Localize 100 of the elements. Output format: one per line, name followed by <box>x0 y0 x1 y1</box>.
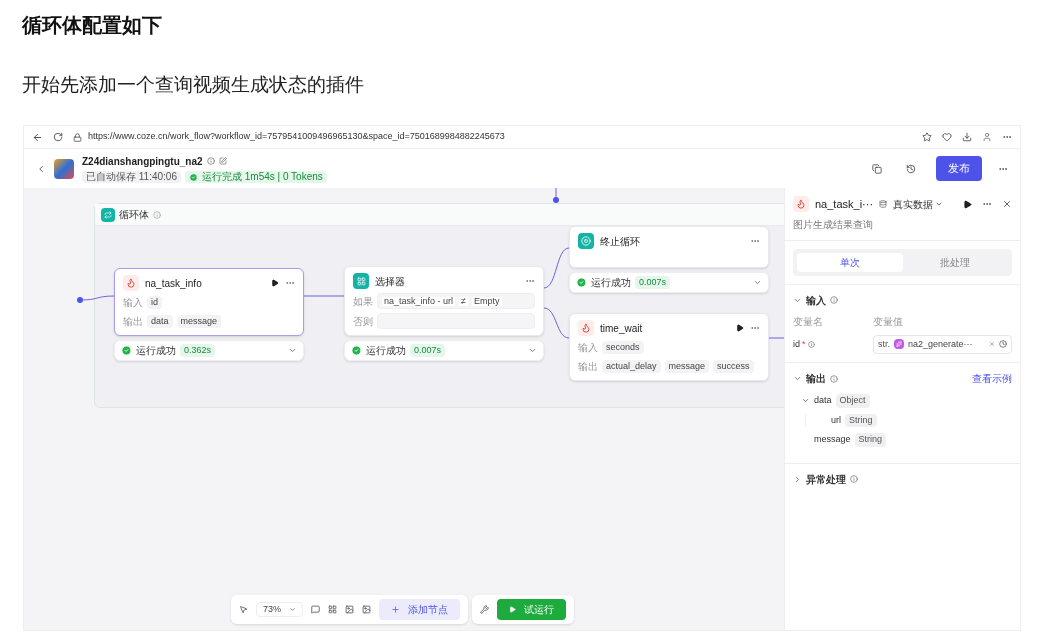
success-icon <box>351 345 362 356</box>
lock-icon <box>73 132 82 142</box>
reload-icon[interactable] <box>53 132 63 142</box>
expand-icon[interactable] <box>528 346 537 355</box>
info-icon[interactable] <box>830 374 838 383</box>
play-icon[interactable] <box>963 199 972 209</box>
success-icon <box>576 277 587 288</box>
article-heading: 循环体配置如下 <box>22 13 162 38</box>
workflow-node[interactable]: 选择器 如果 na_task_info - url ≠ Empty 否则 <box>344 266 544 336</box>
download-icon[interactable] <box>962 132 972 142</box>
collapse-icon[interactable] <box>793 374 802 383</box>
zoom-select[interactable]: 73% <box>256 601 303 618</box>
type-tag: String <box>854 433 887 447</box>
condition-text: ≠ <box>459 296 468 306</box>
section-title: 输入 <box>806 293 826 308</box>
stop-icon <box>578 233 594 249</box>
condition-field[interactable]: na_task_info - url ≠ Empty <box>377 293 535 309</box>
workflow-title: Z24dianshangpingtu_na2 <box>82 154 203 169</box>
field-name: url <box>831 413 841 427</box>
wrench-icon[interactable] <box>480 605 489 614</box>
copy-icon[interactable] <box>872 163 882 174</box>
run-status-bar[interactable]: 运行成功 0.007s <box>569 272 769 293</box>
row-label: 如果 <box>353 294 373 309</box>
row-label: 输出 <box>123 315 143 329</box>
node-title: na_task_info <box>145 276 202 291</box>
add-node-button[interactable]: 添加节点 <box>379 599 460 620</box>
condition-text: na_task_info - url <box>382 296 456 306</box>
image-icon[interactable] <box>345 605 354 614</box>
status-text: 运行成功 <box>591 276 631 290</box>
field-name: message <box>814 433 851 446</box>
run-status-bar[interactable]: 运行成功 0.362s <box>114 340 304 361</box>
node-title: 终止循环 <box>600 234 640 249</box>
param-tag: actual_delay <box>602 359 661 374</box>
param-name: id <box>793 337 800 351</box>
comment-icon[interactable] <box>311 605 320 614</box>
play-icon[interactable] <box>271 279 279 287</box>
connector-line <box>544 246 569 290</box>
info-icon[interactable] <box>206 157 215 166</box>
history-icon[interactable] <box>906 163 916 174</box>
run-status-bar[interactable]: 运行成功 0.007s <box>344 340 544 361</box>
pointer-icon[interactable] <box>239 605 248 614</box>
play-icon[interactable] <box>736 324 744 332</box>
type-tag: Object <box>835 394 870 408</box>
time-badge: 0.007s <box>635 275 671 290</box>
info-icon[interactable] <box>850 475 858 483</box>
plugin-icon <box>894 339 904 350</box>
caret-icon <box>289 606 296 613</box>
node-title: time_wait <box>600 321 643 336</box>
article-paragraph: 开始先添加一个查询视频生成状态的插件 <box>22 73 364 97</box>
data-mode-select[interactable]: 真实数据 <box>893 196 944 212</box>
back-icon[interactable] <box>36 163 46 174</box>
panel-tab[interactable]: 单次 <box>797 252 903 272</box>
workflow-node[interactable]: time_wait 输入 seconds 输出 actual_delay message success <box>569 313 769 381</box>
loop-icon <box>101 207 115 222</box>
connector-line <box>553 188 559 203</box>
status-text: 运行成功 <box>136 344 176 358</box>
profile-icon[interactable] <box>982 132 992 142</box>
expand-icon[interactable] <box>793 474 802 484</box>
section-title: 异常处理 <box>806 472 846 487</box>
section-title: 输出 <box>806 372 826 386</box>
expand-icon[interactable] <box>753 278 762 287</box>
info-icon[interactable] <box>830 296 838 304</box>
panel-title: na_task_i··· <box>815 197 874 212</box>
grid-icon[interactable] <box>328 605 337 614</box>
param-tag: message <box>176 314 222 329</box>
condition-text: Empty <box>472 296 502 306</box>
value-text: na2_generate··· <box>908 337 973 351</box>
status-text: 运行成功 <box>366 344 406 358</box>
expand-icon[interactable] <box>288 346 297 355</box>
view-example-link[interactable]: 查看示例 <box>972 371 1012 386</box>
type-tag: String <box>845 413 877 427</box>
edit-icon[interactable] <box>218 157 227 166</box>
connector-line <box>304 294 344 298</box>
publish-button[interactable]: 发布 <box>936 156 982 181</box>
connector-line <box>769 336 784 340</box>
value-field[interactable]: str. na2_generate··· <box>873 334 1012 354</box>
url-text[interactable]: https://www.coze.cn/work_flow?workflow_id=7579541009496965130&space_id=7501689984882245673 <box>88 130 505 144</box>
run-status-badge: 运行完成 1m54s | 0 Tokens <box>184 170 327 184</box>
field-name: data <box>814 394 832 407</box>
required-mark: * <box>802 337 806 351</box>
connector-line <box>544 306 569 340</box>
close-icon[interactable] <box>1002 199 1012 210</box>
column-header: 变量值 <box>873 314 903 329</box>
param-tag: message <box>664 359 710 374</box>
workflow-node[interactable]: na_task_info 输入 id 输出 data message <box>114 268 304 336</box>
clear-icon[interactable] <box>989 341 995 348</box>
workflow-node[interactable]: 终止循环 <box>569 226 769 268</box>
info-icon[interactable] <box>153 210 161 219</box>
param-tag: data <box>147 314 173 329</box>
connector-line <box>77 293 114 303</box>
row-label: 输入 <box>578 341 598 355</box>
time-badge: 0.362s <box>180 343 216 358</box>
column-header: 变量名 <box>793 314 824 329</box>
back-icon[interactable] <box>32 131 43 143</box>
node-title: 选择器 <box>375 274 405 289</box>
time-badge: 0.007s <box>410 343 446 358</box>
app-avatar <box>54 158 74 179</box>
favorite-icon[interactable] <box>922 132 932 142</box>
info-icon[interactable] <box>807 340 815 348</box>
data-icon <box>879 200 888 209</box>
